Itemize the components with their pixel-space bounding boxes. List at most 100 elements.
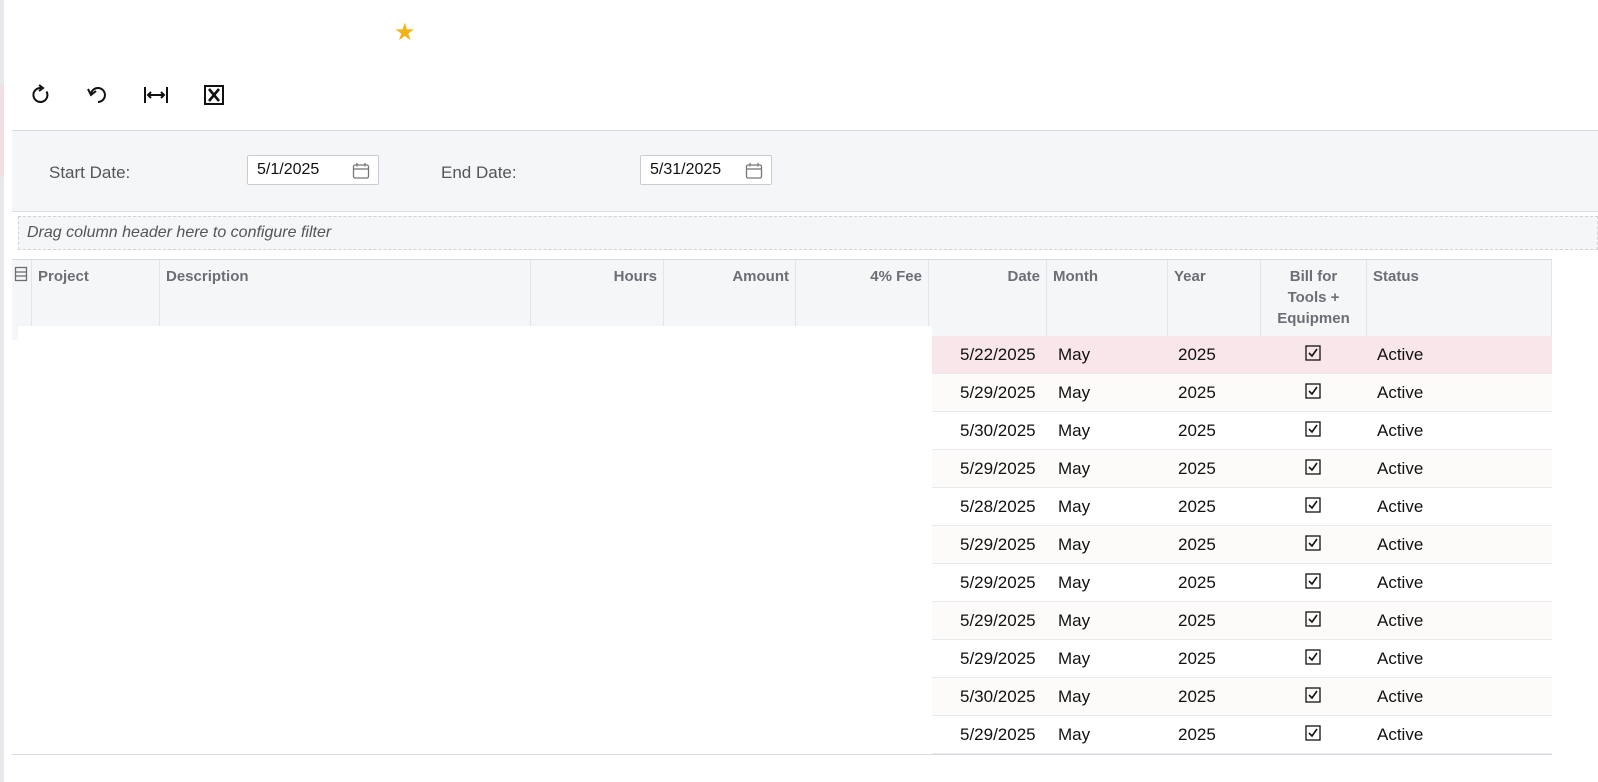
cell-status: Active: [1377, 573, 1424, 592]
cell-date: 5/22/2025: [960, 345, 1036, 364]
checkbox-checked-icon[interactable]: [1305, 345, 1321, 361]
column-header-bill-line3: Equipmen: [1277, 310, 1350, 327]
cell-status: Active: [1377, 459, 1424, 478]
end-date-input[interactable]: 5/31/2025: [640, 155, 772, 185]
cell-status: Active: [1377, 345, 1424, 364]
cell-month: May: [1058, 497, 1091, 516]
column-header-bill-tools-equipment[interactable]: Bill for Tools + Equipmen: [1261, 260, 1367, 340]
cell-year: 2025: [1178, 459, 1216, 478]
checkbox-checked-icon[interactable]: [1305, 459, 1321, 475]
cell-year: 2025: [1178, 687, 1216, 706]
table-row[interactable]: 5/29/2025 May 2025 Active: [932, 450, 1552, 488]
table-row[interactable]: 5/30/2025 May 2025 Active: [932, 678, 1552, 716]
checkbox-checked-icon[interactable]: [1305, 573, 1321, 589]
table-row[interactable]: 5/30/2025 May 2025 Active: [932, 412, 1552, 450]
cell-year: 2025: [1178, 573, 1216, 592]
end-date-label: End Date:: [441, 163, 517, 182]
cell-year: 2025: [1178, 497, 1216, 516]
cell-date: 5/29/2025: [960, 649, 1036, 668]
excel-export-icon: [204, 85, 224, 105]
table-row[interactable]: 5/29/2025 May 2025 Active: [932, 640, 1552, 678]
checkbox-checked-icon[interactable]: [1305, 421, 1321, 437]
table-row[interactable]: 5/22/2025 May 2025 Active: [932, 336, 1552, 374]
start-date-label: Start Date:: [49, 163, 131, 182]
excel-export-button[interactable]: [199, 80, 229, 110]
star-icon[interactable]: ★: [394, 20, 420, 46]
cell-month: May: [1058, 421, 1091, 440]
cell-date: 5/30/2025: [960, 421, 1036, 440]
column-header-date[interactable]: Date: [929, 260, 1047, 340]
checkbox-checked-icon[interactable]: [1305, 687, 1321, 703]
table-row[interactable]: 5/29/2025 May 2025 Active: [932, 602, 1552, 640]
undo-button[interactable]: [83, 80, 113, 110]
group-drop-zone[interactable]: Drag column header here to configure fil…: [18, 216, 1598, 250]
cell-month: May: [1058, 687, 1091, 706]
table-row[interactable]: 5/28/2025 May 2025 Active: [932, 488, 1552, 526]
cell-year: 2025: [1178, 535, 1216, 554]
table-row[interactable]: 5/29/2025 May 2025 Active: [932, 716, 1552, 754]
fit-columns-button[interactable]: [141, 80, 171, 110]
column-header-description[interactable]: Description: [160, 260, 531, 327]
cell-status: Active: [1377, 649, 1424, 668]
column-header-bill-line1: Bill for: [1289, 268, 1338, 285]
cell-month: May: [1058, 611, 1091, 630]
cell-status: Active: [1377, 497, 1424, 516]
cell-month: May: [1058, 649, 1091, 668]
checkbox-checked-icon[interactable]: [1305, 497, 1321, 513]
column-header-hours[interactable]: Hours: [531, 260, 664, 327]
cell-date: 5/29/2025: [960, 535, 1036, 554]
column-chooser-button[interactable]: [12, 260, 32, 327]
left-edge-accent: [0, 86, 4, 176]
checkbox-checked-icon[interactable]: [1305, 611, 1321, 627]
column-header-status[interactable]: Status: [1367, 260, 1552, 340]
cell-date: 5/29/2025: [960, 573, 1036, 592]
filter-panel: Start Date: 5/1/2025 End Date: 5/31/2025: [12, 130, 1598, 212]
refresh-button[interactable]: [26, 80, 56, 110]
undo-icon: [87, 87, 106, 103]
cell-month: May: [1058, 383, 1091, 402]
column-header-fee[interactable]: 4% Fee: [796, 260, 929, 327]
column-header-project[interactable]: Project: [32, 260, 160, 327]
cell-date: 5/29/2025: [960, 383, 1036, 402]
checkbox-checked-icon[interactable]: [1305, 535, 1321, 551]
cell-year: 2025: [1178, 421, 1216, 440]
column-header-amount[interactable]: Amount: [664, 260, 796, 327]
calendar-icon[interactable]: [745, 162, 763, 180]
fit-columns-icon: [144, 87, 168, 103]
column-header-month[interactable]: Month: [1047, 260, 1168, 340]
cell-month: May: [1058, 725, 1091, 744]
cell-status: Active: [1377, 421, 1424, 440]
cell-status: Active: [1377, 535, 1424, 554]
start-date-value: 5/1/2025: [257, 161, 320, 178]
cell-month: May: [1058, 345, 1091, 364]
column-header-bill-line2: Tools +: [1287, 289, 1340, 306]
checkbox-checked-icon[interactable]: [1305, 725, 1321, 741]
grid-bottom-border: [12, 754, 1552, 755]
cell-date: 5/28/2025: [960, 497, 1036, 516]
grid-body-blank-area: [18, 326, 932, 754]
table-row[interactable]: 5/29/2025 May 2025 Active: [932, 564, 1552, 602]
end-date-value: 5/31/2025: [650, 161, 722, 178]
cell-date: 5/29/2025: [960, 725, 1036, 744]
column-chooser-icon: [14, 266, 28, 282]
calendar-icon[interactable]: [352, 162, 370, 180]
start-date-input[interactable]: 5/1/2025: [247, 155, 379, 185]
cell-year: 2025: [1178, 611, 1216, 630]
cell-month: May: [1058, 459, 1091, 478]
cell-year: 2025: [1178, 383, 1216, 402]
cell-date: 5/29/2025: [960, 459, 1036, 478]
cell-month: May: [1058, 535, 1091, 554]
cell-date: 5/30/2025: [960, 687, 1036, 706]
table-row[interactable]: 5/29/2025 May 2025 Active: [932, 526, 1552, 564]
checkbox-checked-icon[interactable]: [1305, 649, 1321, 665]
group-drop-zone-text: Drag column header here to configure fil…: [27, 224, 332, 241]
cell-status: Active: [1377, 725, 1424, 744]
cell-date: 5/29/2025: [960, 611, 1036, 630]
cell-month: May: [1058, 573, 1091, 592]
table-row[interactable]: 5/29/2025 May 2025 Active: [932, 374, 1552, 412]
cell-year: 2025: [1178, 649, 1216, 668]
column-header-year[interactable]: Year: [1168, 260, 1261, 340]
checkbox-checked-icon[interactable]: [1305, 383, 1321, 399]
cell-year: 2025: [1178, 345, 1216, 364]
cell-status: Active: [1377, 687, 1424, 706]
